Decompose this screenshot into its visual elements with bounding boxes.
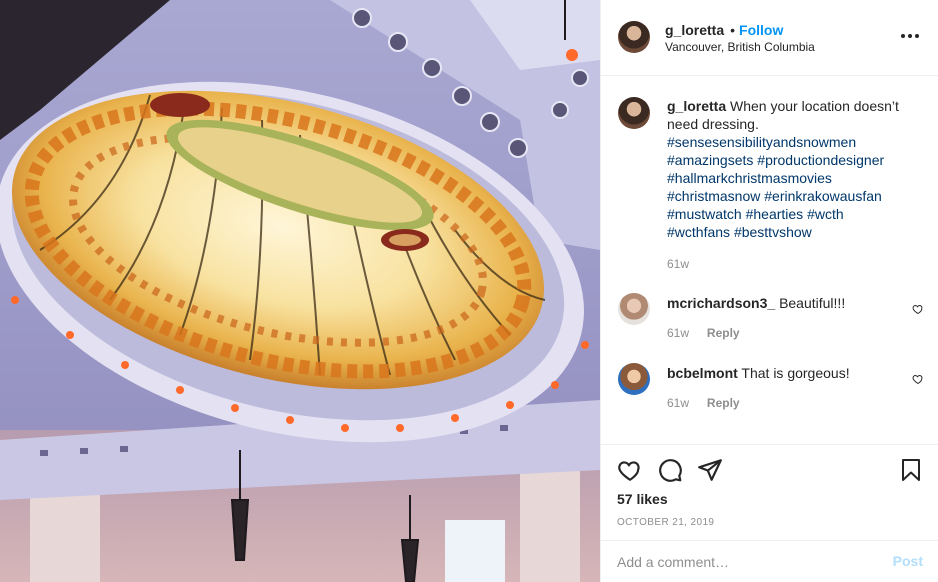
paper-plane-icon[interactable] xyxy=(697,457,723,483)
comment-meta: 61w Reply xyxy=(667,394,897,410)
caption: g_loretta When your location doesn’t nee… xyxy=(667,97,922,271)
hashtag-link[interactable]: #sensesensibilityandsnowmen xyxy=(667,134,856,150)
comment-avatar[interactable] xyxy=(618,363,650,395)
stained-glass-dome-image xyxy=(0,0,600,582)
author-username[interactable]: g_loretta xyxy=(665,22,724,38)
post-date[interactable]: OCTOBER 21, 2019 xyxy=(617,517,714,528)
reply-button[interactable]: Reply xyxy=(707,326,740,340)
hashtag-link[interactable]: #besttvshow xyxy=(734,224,812,240)
comment-item: bcbelmont That is gorgeous! 61w Reply xyxy=(667,364,897,410)
hashtag-link[interactable]: #wcth xyxy=(807,206,844,222)
comment-meta: 61w Reply xyxy=(667,324,897,340)
add-comment-bar: Post xyxy=(601,540,938,582)
post-photo[interactable] xyxy=(0,0,600,582)
hashtag-link[interactable]: #erinkrakowausfan xyxy=(764,188,882,204)
author-line: g_loretta • Follow xyxy=(665,22,783,38)
comment-item: mcrichardson3_ Beautiful!!! 61w Reply xyxy=(667,294,897,340)
hashtag-link[interactable]: #hearties xyxy=(746,206,804,222)
comment-heart-icon[interactable] xyxy=(912,303,924,315)
author-avatar[interactable] xyxy=(618,21,650,53)
comment-input[interactable] xyxy=(617,551,877,573)
post-comment-button[interactable]: Post xyxy=(893,553,923,569)
comment-timestamp[interactable]: 61w xyxy=(667,396,689,410)
comment-timestamp[interactable]: 61w xyxy=(667,326,689,340)
post-location[interactable]: Vancouver, British Columbia xyxy=(665,40,815,54)
hashtag-link[interactable]: #hallmarkchristmasmovies xyxy=(667,170,832,186)
comment-text: Beautiful!!! xyxy=(779,295,846,311)
hashtag-link[interactable]: #amazingsets xyxy=(667,152,753,168)
post-header: g_loretta • Follow Vancouver, British Colu… xyxy=(601,0,938,76)
comment-username[interactable]: bcbelmont xyxy=(667,365,738,381)
hashtag-link[interactable]: #productiondesigner xyxy=(757,152,884,168)
caption-body: g_loretta When your location doesn’t nee… xyxy=(667,97,922,241)
hashtag-link[interactable]: #christmasnow xyxy=(667,188,760,204)
comment-text: That is gorgeous! xyxy=(741,365,850,381)
comment-avatar[interactable] xyxy=(618,293,650,325)
post-details-panel: g_loretta • Follow Vancouver, British Colu… xyxy=(600,0,938,582)
separator-dot: • xyxy=(730,22,736,38)
follow-button[interactable]: Follow xyxy=(739,22,783,38)
comment-heart-icon[interactable] xyxy=(912,373,924,385)
bookmark-icon[interactable] xyxy=(899,457,923,483)
comment-body: bcbelmont That is gorgeous! xyxy=(667,364,897,382)
comment-body: mcrichardson3_ Beautiful!!! xyxy=(667,294,897,312)
caption-timestamp[interactable]: 61w xyxy=(667,257,922,271)
likes-count[interactable]: 57 likes xyxy=(617,491,668,507)
hashtag-link[interactable]: #mustwatch xyxy=(667,206,742,222)
reply-button[interactable]: Reply xyxy=(707,396,740,410)
caption-avatar[interactable] xyxy=(618,97,650,129)
actions-section: 57 likes OCTOBER 21, 2019 xyxy=(601,444,938,528)
more-options-icon[interactable] xyxy=(901,34,919,38)
heart-icon[interactable] xyxy=(617,457,643,483)
comment-username[interactable]: mcrichardson3_ xyxy=(667,295,775,311)
hashtag-link[interactable]: #wcthfans xyxy=(667,224,730,240)
caption-username[interactable]: g_loretta xyxy=(667,98,726,114)
comment-bubble-icon[interactable] xyxy=(657,457,683,483)
